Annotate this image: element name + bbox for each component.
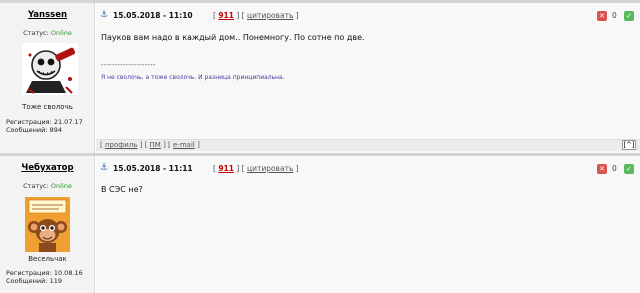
post-message: Пауков вам надо в каждый дом.. Понемногу… [101,33,365,42]
user-signature: Я не сволочь, а тоже сволочь. И разница … [101,74,285,81]
username-link[interactable]: Чебухатор [0,163,95,173]
post-footer: [ профиль ] [ ПМ ] [ e-mail ] [^] [96,139,640,151]
profile-link[interactable]: профиль [105,141,137,149]
message-count: Сообщений: 119 [6,277,62,285]
post-message: В СЭС не? [101,185,143,194]
post-number-link[interactable]: 911 [218,164,234,173]
registration-date: Регистрация: 10.08.16 [6,269,83,277]
status-online: Online [50,182,72,190]
forum-thread: Yanssen Статус: Online Тоже сволочь Реги… [0,0,640,293]
status-label: Статус: [23,182,49,190]
quote-link[interactable]: цитировать [247,11,293,20]
scroll-to-top-button[interactable]: [^] [622,140,636,150]
anchor-icon[interactable]: ⚓ [100,163,108,173]
user-avatar[interactable] [25,197,70,252]
post-meta: [ 911 ] [ цитировать ] [213,11,299,20]
thumbs-up-icon[interactable]: ✓ [624,164,634,174]
signature-divider: -------------------- [101,61,156,69]
thumbs-down-icon[interactable]: ✕ [597,164,607,174]
post-content: ⚓ 15.05.2018 - 11:10 [ 911 ] [ цитироват… [96,3,640,153]
post-header: ⚓ 15.05.2018 - 11:10 [ 911 ] [ цитироват… [96,8,640,24]
post-number-link[interactable]: 911 [218,11,234,20]
user-status: Статус: Online [0,29,95,37]
user-panel: Yanssen Статус: Online Тоже сволочь Реги… [0,3,95,153]
thumbs-down-icon[interactable]: ✕ [597,11,607,21]
pm-link[interactable]: ПМ [150,141,161,149]
post-content: ⚓ 15.05.2018 - 11:11 [ 911 ] [ цитироват… [96,156,640,293]
message-count: Сообщений: 894 [6,126,62,134]
post-header: ⚓ 15.05.2018 - 11:11 [ 911 ] [ цитироват… [96,161,640,177]
status-label: Статус: [23,29,49,37]
user-avatar[interactable] [22,43,78,95]
email-link[interactable]: e-mail [173,141,195,149]
post-date: 15.05.2018 - 11:10 [113,11,193,20]
vote-count: 0 [612,11,617,20]
user-title: Весельчак [28,255,67,263]
user-panel: Чебухатор Статус: Online Весельчак Регис… [0,156,95,293]
user-status: Статус: Online [0,182,95,190]
post-date: 15.05.2018 - 11:11 [113,164,193,173]
post-2: Чебухатор Статус: Online Весельчак Регис… [0,156,640,293]
registration-date: Регистрация: 21.07.17 [6,118,83,126]
user-title: Тоже сволочь [22,103,73,111]
thumbs-up-icon[interactable]: ✓ [624,11,634,21]
post-meta: [ 911 ] [ цитировать ] [213,164,299,173]
anchor-icon[interactable]: ⚓ [100,10,108,20]
status-online: Online [50,29,72,37]
footer-links: [ профиль ] [ ПМ ] [ e-mail ] [100,141,200,149]
username-link[interactable]: Yanssen [0,10,95,20]
post-1: Yanssen Статус: Online Тоже сволочь Реги… [0,3,640,153]
quote-link[interactable]: цитировать [247,164,293,173]
vote-count: 0 [612,164,617,173]
